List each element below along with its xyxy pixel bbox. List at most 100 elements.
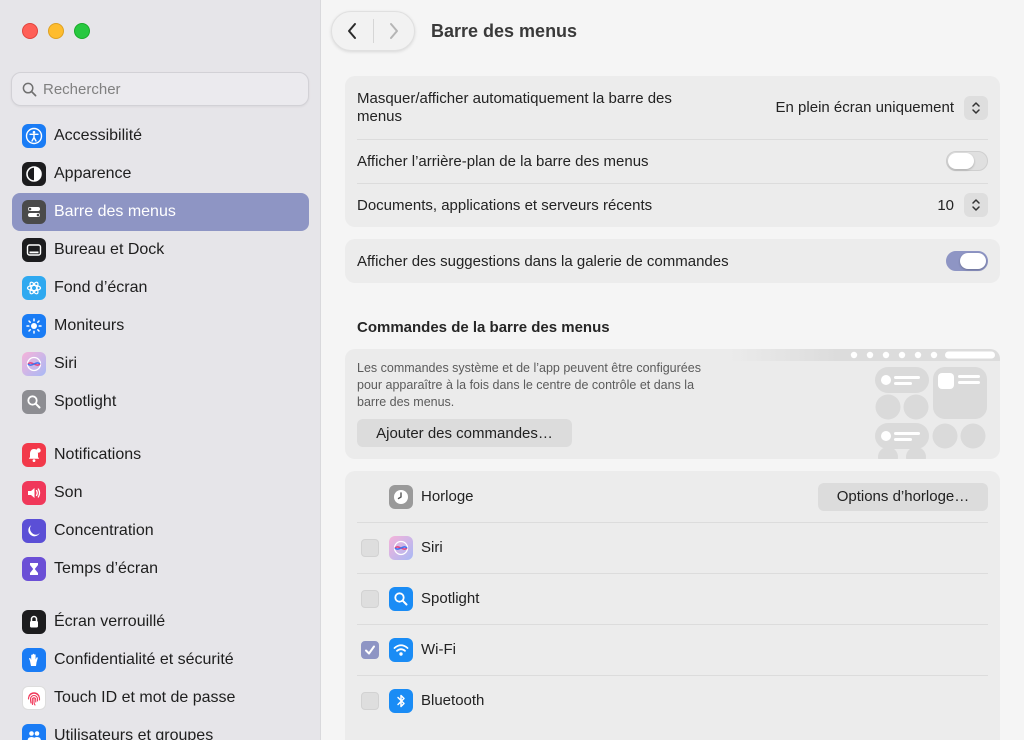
- bluetooth-label: Bluetooth: [421, 692, 485, 709]
- sidebar-item-notifications[interactable]: Notifications: [12, 436, 309, 474]
- accessibility-icon: [22, 124, 46, 148]
- forward-button[interactable]: [373, 11, 414, 51]
- sidebar-item-wallpaper[interactable]: Fond d’écran: [12, 269, 309, 307]
- suggestions-toggle[interactable]: [946, 251, 988, 271]
- background-toggle[interactable]: [946, 151, 988, 171]
- clock-options-button[interactable]: Options d’horloge…: [818, 482, 988, 511]
- sidebar-item-label: Accessibilité: [54, 127, 143, 144]
- sidebar-item-label: Apparence: [54, 165, 132, 182]
- settings-window: Accessibilité Apparence Barre des menus …: [0, 0, 1024, 740]
- list-item-bluetooth: Bluetooth: [345, 675, 1000, 726]
- recent-items-label: Documents, applications et serveurs réce…: [357, 196, 653, 214]
- sidebar-item-lockscreen[interactable]: Écran verrouillé: [12, 603, 309, 641]
- spotlight-icon: [389, 586, 413, 611]
- dock-icon: [22, 238, 46, 262]
- suggestions-row: Afficher des suggestions dans la galerie…: [345, 239, 1000, 283]
- sound-icon: [22, 481, 46, 505]
- sidebar-item-label: Spotlight: [54, 393, 117, 410]
- sidebar-item-label: Notifications: [54, 446, 142, 463]
- navigation-buttons: [331, 11, 415, 51]
- section-title: Commandes de la barre des menus: [357, 319, 610, 336]
- sidebar-item-sound[interactable]: Son: [12, 474, 309, 512]
- siri-checkbox[interactable]: [361, 538, 379, 557]
- screentime-icon: [22, 557, 46, 581]
- bluetooth-icon: [389, 688, 413, 713]
- users-icon: [22, 724, 46, 740]
- control-center-preview-illustration: [730, 349, 1000, 459]
- recent-items-value: 10: [937, 196, 954, 214]
- sidebar-item-siri[interactable]: Siri: [12, 345, 309, 383]
- menubar-settings-card: Masquer/afficher automatiquement la barr…: [345, 76, 1000, 227]
- zoom-window-button[interactable]: [74, 23, 90, 39]
- appearance-icon: [22, 162, 46, 186]
- fingerprint-icon: [22, 686, 46, 710]
- controls-description: Les commandes système et de l’app peuven…: [357, 361, 701, 409]
- sidebar-item-accessibility[interactable]: Accessibilité: [12, 117, 309, 155]
- sidebar-item-touchid[interactable]: Touch ID et mot de passe: [12, 679, 309, 717]
- sidebar-item-label: Barre des menus: [54, 203, 176, 220]
- sidebar-item-label: Utilisateurs et groupes: [54, 727, 214, 740]
- chevron-left-icon: [348, 23, 357, 39]
- sidebar-item-label: Moniteurs: [54, 317, 125, 334]
- clock-label: Horloge: [421, 488, 474, 505]
- sidebar-item-displays[interactable]: Moniteurs: [12, 307, 309, 345]
- sidebar-item-dock[interactable]: Bureau et Dock: [12, 231, 309, 269]
- sidebar-item-label: Temps d’écran: [54, 560, 159, 577]
- list-item-wifi: Wi-Fi: [345, 624, 1000, 675]
- displays-icon: [22, 314, 46, 338]
- main-pane: Barre des menus Masquer/afficher automat…: [321, 0, 1024, 740]
- checkmark-icon: [365, 645, 375, 654]
- sidebar-item-appearance[interactable]: Apparence: [12, 155, 309, 193]
- list-item-siri: Siri: [345, 522, 1000, 573]
- siri-label: Siri: [421, 539, 443, 556]
- sidebar-item-users[interactable]: Utilisateurs et groupes: [12, 717, 309, 740]
- search-field[interactable]: [11, 72, 309, 106]
- add-controls-button[interactable]: Ajouter des commandes…: [357, 419, 572, 447]
- sidebar-item-menubar[interactable]: Barre des menus: [12, 193, 309, 231]
- window-controls: [22, 23, 90, 39]
- minimize-window-button[interactable]: [48, 23, 64, 39]
- chevron-right-icon: [389, 23, 398, 39]
- wifi-checkbox[interactable]: [361, 640, 379, 659]
- sidebar: Accessibilité Apparence Barre des menus …: [0, 0, 321, 740]
- wifi-icon: [389, 637, 413, 662]
- sidebar-item-label: Confidentialité et sécurité: [54, 651, 234, 668]
- focus-icon: [22, 519, 46, 543]
- recent-items-popup[interactable]: 10: [937, 193, 988, 217]
- sidebar-item-label: Concentration: [54, 522, 154, 539]
- recent-items-row: Documents, applications et serveurs réce…: [345, 183, 1000, 227]
- sidebar-item-screentime[interactable]: Temps d’écran: [12, 550, 309, 588]
- autohide-row: Masquer/afficher automatiquement la barr…: [345, 76, 1000, 139]
- updown-chevron-icon: [964, 193, 988, 217]
- updown-chevron-icon: [964, 95, 988, 120]
- clock-icon: [389, 484, 413, 509]
- back-button[interactable]: [332, 11, 373, 51]
- spotlight-checkbox[interactable]: [361, 589, 379, 608]
- list-item-clock: Horloge Options d’horloge…: [345, 471, 1000, 522]
- sidebar-item-spotlight[interactable]: Spotlight: [12, 383, 309, 421]
- sidebar-item-focus[interactable]: Concentration: [12, 512, 309, 550]
- search-icon: [22, 82, 37, 96]
- menubar-icon: [22, 200, 46, 224]
- list-item-spotlight: Spotlight: [345, 573, 1000, 624]
- controls-info-card: Les commandes système et de l’app peuven…: [345, 349, 1000, 459]
- sidebar-item-label: Bureau et Dock: [54, 241, 165, 258]
- search-input[interactable]: [43, 80, 283, 98]
- close-window-button[interactable]: [22, 23, 38, 39]
- sidebar-item-label: Touch ID et mot de passe: [54, 689, 236, 706]
- notifications-icon: [22, 443, 46, 467]
- sidebar-item-label: Fond d’écran: [54, 279, 148, 296]
- bluetooth-checkbox[interactable]: [361, 691, 379, 710]
- sidebar-item-privacy[interactable]: Confidentialité et sécurité: [12, 641, 309, 679]
- suggestions-label: Afficher des suggestions dans la galerie…: [357, 252, 729, 270]
- suggestions-card: Afficher des suggestions dans la galerie…: [345, 239, 1000, 283]
- page-title: Barre des menus: [431, 21, 578, 41]
- autohide-value: En plein écran uniquement: [775, 99, 954, 116]
- sidebar-item-label: Écran verrouillé: [54, 613, 166, 630]
- sidebar-section-gap: [0, 421, 320, 436]
- sidebar-item-label: Siri: [54, 355, 78, 372]
- spotlight-label: Spotlight: [421, 590, 480, 607]
- autohide-popup[interactable]: En plein écran uniquement: [775, 95, 988, 120]
- sidebar-list: Accessibilité Apparence Barre des menus …: [0, 117, 320, 740]
- menubar-controls-list: Horloge Options d’horloge… Siri Spotligh…: [345, 471, 1000, 740]
